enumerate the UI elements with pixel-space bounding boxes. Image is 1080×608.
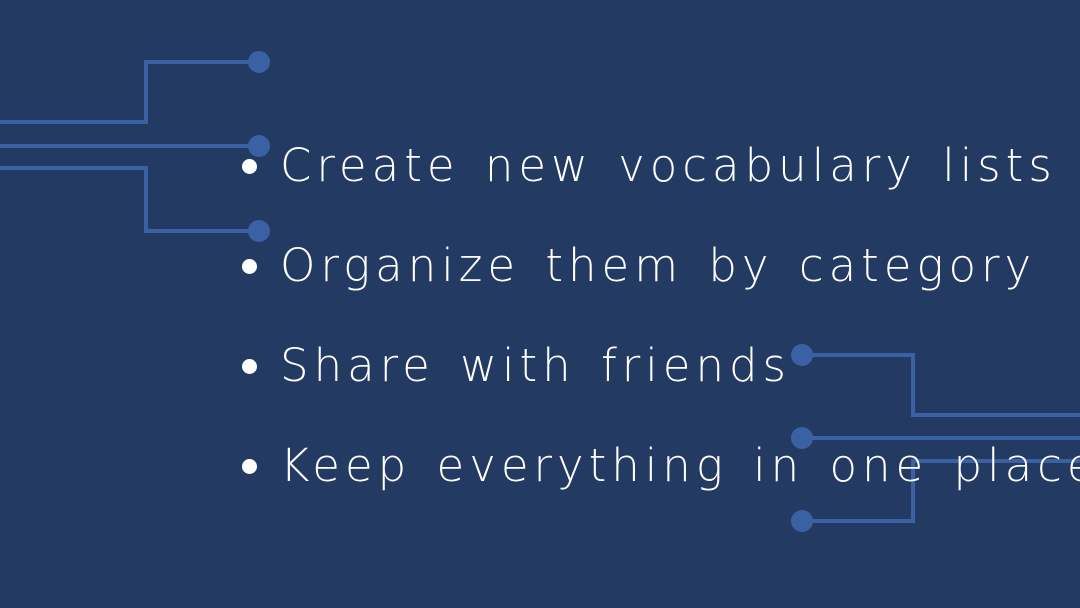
bullet-dot-icon (242, 159, 257, 174)
bullet-text: Keep everything in one place (280, 439, 1080, 492)
circuit-node-4 (791, 344, 813, 366)
bullet-text: Create new vocabulary lists (280, 139, 1057, 192)
circuit-node-6 (791, 510, 813, 532)
bullet-text: Organize them by category (280, 239, 1037, 292)
bullet-text: Share with friends (280, 339, 791, 392)
circuit-node-1 (248, 51, 270, 73)
circuit-node-3 (248, 220, 270, 242)
circuit-decoration-graphic (0, 51, 1080, 532)
bullet-dot-icon (242, 259, 257, 274)
circuit-node-2 (248, 135, 270, 157)
bullet-dot-icon (242, 459, 257, 474)
circuit-trace-top-left-3 (0, 166, 258, 233)
bullet-dot-icon (242, 359, 257, 374)
circuit-trace-bottom-right-1 (802, 353, 1080, 417)
circuit-trace-top-left-1 (0, 60, 258, 124)
slide: Create new vocabulary lists Organize the… (0, 0, 1080, 608)
